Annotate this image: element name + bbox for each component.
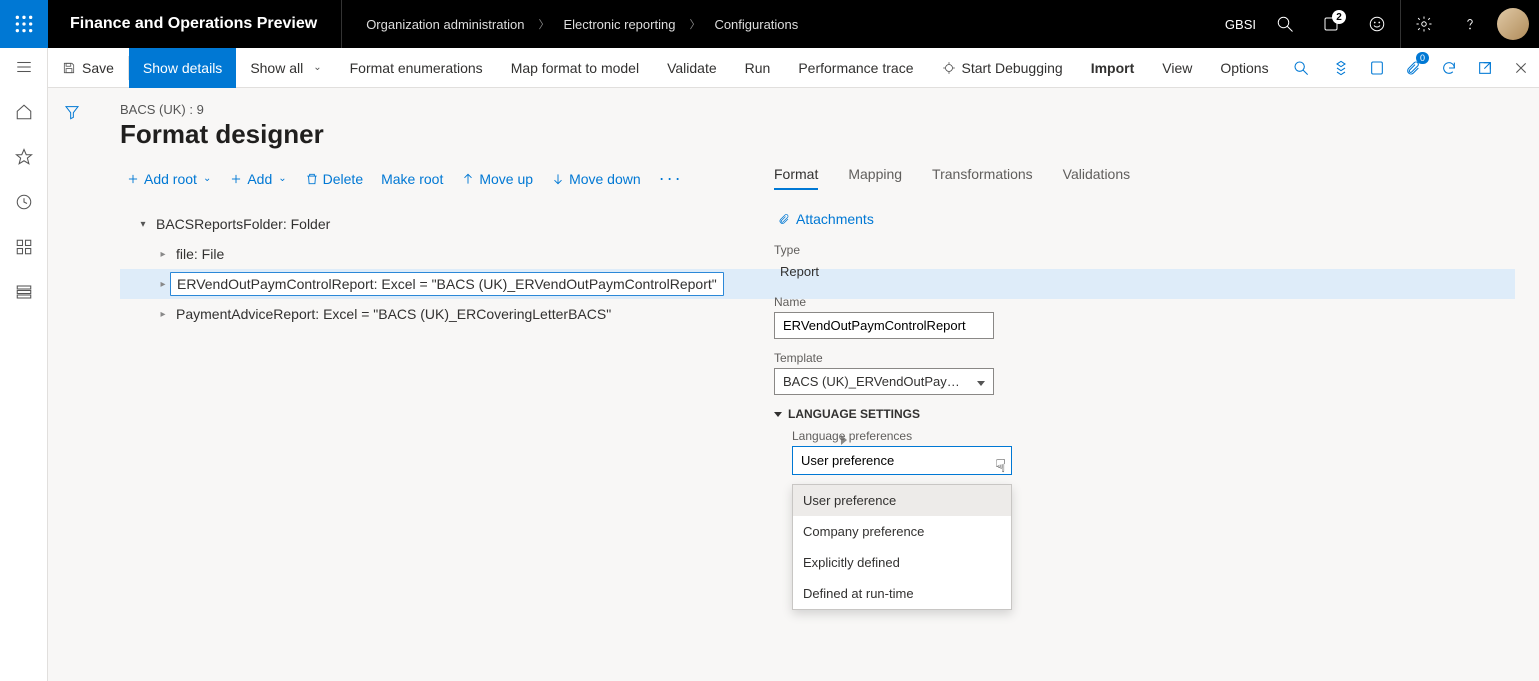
favorite-icon[interactable] — [15, 148, 33, 171]
language-settings-header[interactable]: LANGUAGE SETTINGS — [774, 407, 1515, 421]
company-label[interactable]: GBSI — [1225, 17, 1262, 32]
name-input[interactable] — [774, 312, 994, 339]
page-title: Format designer — [120, 119, 1515, 150]
breadcrumb-item[interactable]: Configurations — [714, 17, 798, 32]
options-button[interactable]: Options — [1206, 48, 1282, 88]
combo-option[interactable]: Explicitly defined — [793, 547, 1011, 578]
language-preferences-combo[interactable]: ☟ User preference Company preference Exp… — [792, 446, 1012, 475]
show-details-button[interactable]: Show details — [129, 48, 236, 88]
close-icon[interactable] — [1503, 48, 1539, 88]
type-value: Report — [774, 260, 1515, 283]
top-bar: Finance and Operations Preview Organizat… — [0, 0, 1539, 48]
view-button[interactable]: View — [1148, 48, 1206, 88]
details-panel: Format Mapping Transformations Validatio… — [774, 166, 1515, 533]
tab-mapping[interactable]: Mapping — [848, 166, 902, 190]
delete-button[interactable]: Delete — [305, 171, 363, 187]
workspaces-icon[interactable] — [15, 238, 33, 261]
filter-icon[interactable] — [48, 88, 96, 681]
combo-option[interactable]: Defined at run-time — [793, 578, 1011, 609]
validate-button[interactable]: Validate — [653, 48, 731, 88]
move-up-button[interactable]: Move up — [461, 171, 533, 187]
left-rail — [0, 48, 48, 681]
combo-option[interactable]: Company preference — [793, 516, 1011, 547]
move-down-button[interactable]: Move down — [551, 171, 641, 187]
map-format-button[interactable]: Map format to model — [497, 48, 653, 88]
add-root-button[interactable]: Add root⌄ — [126, 171, 211, 187]
performance-trace-button[interactable]: Performance trace — [784, 48, 927, 88]
find-icon[interactable] — [1283, 48, 1319, 88]
hamburger-icon[interactable] — [15, 58, 33, 81]
feedback-icon[interactable] — [1354, 0, 1400, 48]
recent-icon[interactable] — [15, 193, 33, 216]
breadcrumb: Organization administration 〉 Electronic… — [342, 16, 798, 32]
name-label: Name — [774, 295, 1515, 309]
tab-validations[interactable]: Validations — [1063, 166, 1130, 190]
settings-icon[interactable] — [1401, 0, 1447, 48]
language-preferences-dropdown: User preference Company preference Expli… — [792, 484, 1012, 610]
run-button[interactable]: Run — [731, 48, 785, 88]
save-button[interactable]: Save — [48, 48, 128, 88]
page-subcrumb: BACS (UK) : 9 — [120, 102, 1515, 117]
add-button[interactable]: Add⌄ — [229, 171, 286, 187]
datasource-icon[interactable] — [1323, 48, 1359, 88]
combo-option[interactable]: User preference — [793, 485, 1011, 516]
popout-icon[interactable] — [1467, 48, 1503, 88]
language-preferences-input[interactable] — [792, 446, 1012, 475]
show-all-button[interactable]: Show all⌄ — [236, 48, 335, 88]
language-preferences-label: Language preferences — [792, 429, 1515, 443]
attachments-link[interactable]: Attachments — [778, 211, 1515, 227]
help-icon[interactable] — [1447, 0, 1493, 48]
import-button[interactable]: Import — [1077, 48, 1149, 88]
tab-format[interactable]: Format — [774, 166, 818, 190]
make-root-button[interactable]: Make root — [381, 171, 443, 187]
more-icon[interactable]: ··· — [659, 168, 683, 189]
attachments-top-icon[interactable]: 0 — [1395, 48, 1431, 88]
waffle-icon[interactable] — [0, 0, 48, 48]
office-icon[interactable] — [1359, 48, 1395, 88]
details-tabs: Format Mapping Transformations Validatio… — [774, 166, 1515, 191]
tab-transformations[interactable]: Transformations — [932, 166, 1033, 190]
template-select[interactable]: BACS (UK)_ERVendOutPaymC… — [774, 368, 994, 395]
breadcrumb-item[interactable]: Organization administration — [366, 17, 524, 32]
action-bar: Save Show details Show all⌄ Format enume… — [0, 48, 1539, 88]
app-title: Finance and Operations Preview — [48, 15, 341, 33]
start-debugging-button[interactable]: Start Debugging — [928, 48, 1077, 88]
modules-icon[interactable] — [15, 283, 33, 306]
user-avatar[interactable] — [1497, 8, 1529, 40]
format-enumerations-button[interactable]: Format enumerations — [336, 48, 497, 88]
cursor-pointer-icon: ☟ — [995, 456, 1006, 477]
type-label: Type — [774, 243, 1515, 257]
notifications-icon[interactable]: 2 — [1308, 0, 1354, 48]
refresh-icon[interactable] — [1431, 48, 1467, 88]
template-label: Template — [774, 351, 1515, 365]
breadcrumb-item[interactable]: Electronic reporting — [563, 17, 675, 32]
search-icon[interactable] — [1262, 0, 1308, 48]
home-icon[interactable] — [15, 103, 33, 126]
